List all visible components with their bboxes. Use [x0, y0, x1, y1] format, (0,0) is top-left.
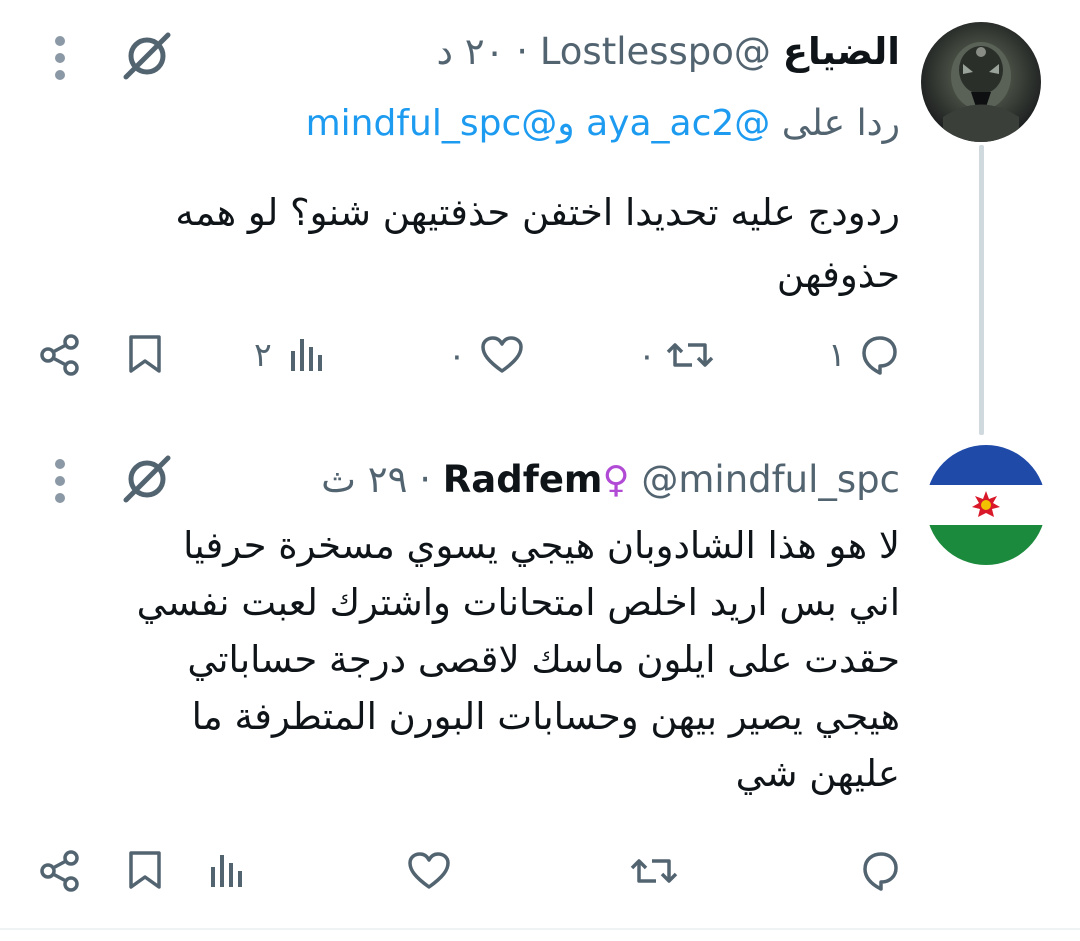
conjunction: و [557, 103, 575, 144]
views-icon [211, 855, 242, 887]
grok-icon[interactable] [121, 453, 173, 505]
tweet-text-line: حذوفهن [776, 253, 900, 296]
like-button[interactable] [407, 851, 451, 891]
share-icon [40, 334, 79, 376]
views-button[interactable] [206, 849, 246, 891]
mention-link[interactable]: @mindful_spc [306, 103, 558, 144]
tweet-text-line: لا هو هذا الشادوبان هيجي يسوي مسخرة حرفي… [183, 524, 900, 567]
bookmark-button[interactable] [125, 333, 165, 375]
avatar[interactable] [921, 22, 1041, 142]
tweet-text-line: حقدت على ايلون ماسك لاقصى درجة حساباتي [187, 638, 900, 681]
repost-icon [666, 343, 713, 367]
views-count: ٢ [254, 334, 272, 374]
repost-icon [630, 859, 678, 883]
share-button[interactable] [38, 333, 82, 377]
timestamp[interactable]: ٢٠ د [437, 30, 505, 73]
like-button[interactable]: ٠ [448, 335, 524, 375]
robot-helmet-avatar-icon [943, 42, 1019, 142]
grok-icon[interactable] [121, 30, 173, 82]
mention-link[interactable]: @aya_ac2 [586, 103, 770, 144]
tweet-header: Radfem♀ @mindful_spc · ٢٩ ث [321, 456, 900, 504]
repost-button[interactable] [630, 851, 678, 891]
bookmark-icon [129, 335, 161, 373]
views-button[interactable]: ٢ [254, 333, 326, 375]
reply-prefix: ردا على [781, 103, 900, 144]
views-icon [290, 339, 322, 371]
replying-to: ردا على @aya_ac2 و@mindful_spc [306, 101, 900, 147]
repost-button[interactable]: ٠ [638, 335, 714, 375]
share-icon [40, 850, 79, 892]
heart-icon [408, 852, 450, 889]
display-name[interactable]: Radfem♀ [443, 458, 630, 501]
timestamp[interactable]: ٢٩ ث [321, 458, 407, 501]
handle[interactable]: @Lostlesspo [540, 30, 771, 73]
reply-count: ١ [828, 334, 846, 374]
tweet-text: ردودج عليه تحديدا اختفن حذفتيهن شنو؟ لو … [175, 182, 900, 306]
tweet-text-line: ردودج عليه تحديدا اختفن حذفتيهن شنو؟ لو … [175, 191, 900, 234]
more-options-icon[interactable] [55, 36, 67, 87]
more-options-icon[interactable] [55, 459, 67, 510]
tweet-header: الضياع @Lostlesspo · ٢٠ د [437, 28, 900, 76]
repost-count: ٠ [638, 335, 656, 375]
tweet-text-line: اني بس اريد اخلص امتحانات واشترك لعبت نف… [136, 581, 900, 624]
reply-icon [861, 336, 897, 375]
divider [0, 928, 1080, 930]
display-name[interactable]: الضياع [783, 30, 900, 73]
separator: · [516, 30, 529, 73]
display-name-text: Radfem [442, 458, 603, 501]
tweet-text-line: هيجي يصير بيهن وحسابات البورن المتطرفة م… [191, 695, 900, 738]
share-button[interactable] [38, 849, 82, 893]
handle[interactable]: @mindful_spc [641, 458, 900, 501]
avatar[interactable] [926, 445, 1046, 565]
heart-icon [480, 336, 523, 373]
female-sign-icon: ♀ [602, 458, 630, 501]
bookmark-icon [129, 851, 161, 889]
reply-icon [863, 852, 898, 891]
reply-button[interactable] [855, 849, 899, 891]
separator: · [419, 458, 432, 501]
flag-avatar-icon [926, 445, 1046, 565]
tweet-text: لا هو هذا الشادوبان هيجي يسوي مسخرة حرفي… [137, 517, 900, 802]
tweet-text-line: عليهن شي [735, 752, 900, 795]
like-count: ٠ [448, 335, 466, 375]
bookmark-button[interactable] [125, 849, 165, 891]
thread-connector-line [979, 145, 984, 435]
reply-button[interactable]: ١ [828, 333, 898, 375]
